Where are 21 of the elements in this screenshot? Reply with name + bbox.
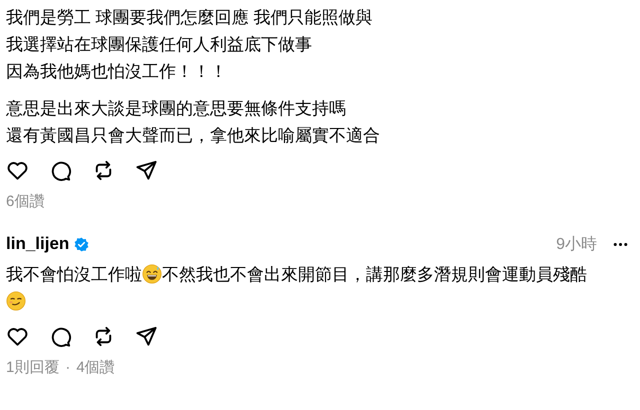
post-text: 我選擇站在球團保護任何人利益底下做事	[6, 34, 313, 56]
post-text: 還有黃國昌只會大聲而已，拿他來比喻屬實不適合	[6, 125, 381, 147]
comment-icon[interactable]	[49, 325, 72, 348]
reply-stat[interactable]: 4個讚	[76, 358, 115, 377]
post-text: 意思是出來大談是球團的意思要無條件支持嗎	[6, 98, 347, 120]
post-text: 因為我他媽也怕沒工作！！！	[6, 61, 228, 83]
heart-icon[interactable]	[6, 325, 29, 348]
like-count[interactable]: 6個讚	[6, 192, 634, 211]
username[interactable]: lin_lijen	[6, 234, 70, 254]
smirking-face-icon	[6, 291, 26, 311]
timestamp: 9小時	[556, 234, 597, 254]
comment-icon[interactable]	[49, 159, 72, 182]
separator-dot: ·	[65, 359, 70, 376]
heart-icon[interactable]	[6, 159, 29, 182]
reply-stat[interactable]: 1則回覆	[6, 358, 60, 377]
reply-text: 我不會怕沒工作啦 不然我也不會出來開節目，講那麼多潛規則會運動員殘酷	[6, 261, 606, 315]
more-icon[interactable]	[613, 242, 628, 246]
send-icon[interactable]	[135, 325, 158, 348]
send-icon[interactable]	[135, 159, 158, 182]
sweat-smile-face-icon	[142, 264, 162, 284]
post-text: 我們是勞工 球團要我們怎麼回應 我們只能照做與	[6, 7, 374, 29]
